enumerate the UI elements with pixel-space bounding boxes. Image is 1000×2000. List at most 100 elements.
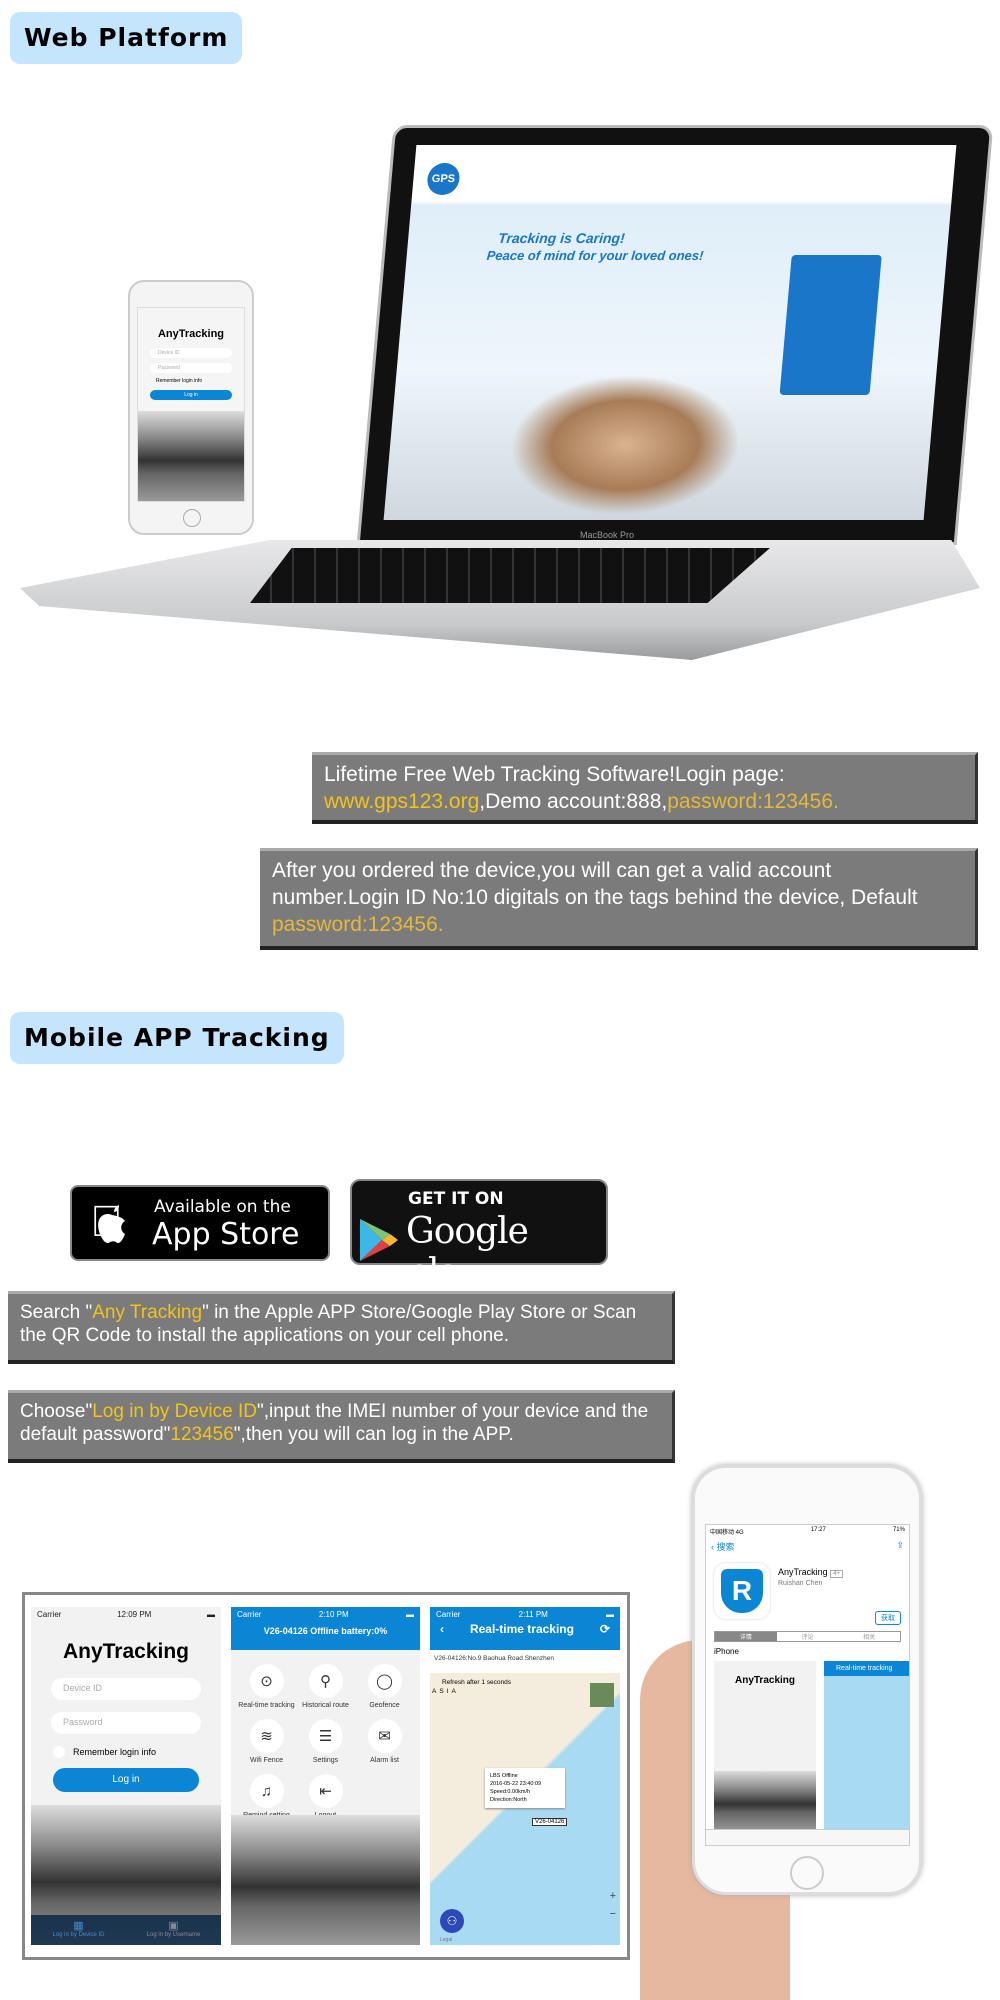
- share-icon[interactable]: ⇪: [896, 1540, 904, 1553]
- appstore-small-text: Available on the: [154, 1197, 291, 1217]
- device-marker[interactable]: V26-04126: [532, 1818, 568, 1826]
- slogan-line-1: Tracking is Caring!: [497, 230, 626, 246]
- login-url-link[interactable]: www.gps123.org: [324, 790, 479, 813]
- checkbox-circle: [53, 1746, 65, 1758]
- app-screen-map: Carrier 2:11 PM ▬ ‹ Real-time tracking ⟳ V26…: [430, 1607, 620, 1945]
- appstore-big-text: App Store: [152, 1217, 300, 1252]
- tab-device-id[interactable]: ▦ Log in by Device ID: [31, 1915, 126, 1945]
- tab-username[interactable]: ▣ Log in by Username: [126, 1915, 221, 1945]
- store-app-name: AnyTracking: [778, 1567, 828, 1577]
- battery-icon: ▬: [206, 1610, 215, 1619]
- get-button[interactable]: 获取: [875, 1611, 901, 1625]
- remember-login-checkbox[interactable]: Remember login info: [53, 1746, 199, 1758]
- tab-reviews[interactable]: 评论: [777, 1632, 839, 1641]
- envelope-icon: ✉: [367, 1719, 402, 1753]
- map-region-label: ASIA: [432, 1688, 459, 1695]
- refresh-countdown: Refresh after 1 seconds: [442, 1679, 512, 1686]
- refresh-icon[interactable]: ⟳: [600, 1622, 610, 1636]
- menu-item-settings[interactable]: ☰ Settings: [296, 1719, 355, 1764]
- tab-label: Log in by Device ID: [52, 1932, 105, 1938]
- time-label: 17:27: [810, 1527, 826, 1533]
- info-text: ,Demo account:888,: [479, 790, 668, 813]
- googleplay-small-text: GET IT ON: [408, 1189, 504, 1209]
- menu-item-remind-setting[interactable]: ♫Remind setting: [237, 1774, 296, 1819]
- menu-item-geofence[interactable]: ◯ Geofence: [355, 1664, 414, 1709]
- city-background-image: [231, 1815, 420, 1945]
- menu-item-label: Settings: [312, 1757, 339, 1764]
- login-button[interactable]: Log in: [53, 1768, 199, 1792]
- small-phone: AnyTracking Device ID Password Remember …: [128, 280, 254, 535]
- back-button[interactable]: ‹ 搜索: [711, 1540, 735, 1553]
- battery-icon: ▬: [406, 1610, 414, 1619]
- slogan-line-2: Peace of mind for your loved ones!: [486, 248, 705, 263]
- hand-phone-screen: 中国移动 4G 17:27 71% ‹ 搜索 ⇪ R AnyTracking 4+ R…: [705, 1524, 910, 1846]
- developer-link[interactable]: Ruishan Chen: [778, 1580, 822, 1587]
- menu-item-label: Geofence: [369, 1702, 400, 1709]
- device-address: V26-04126:No.9 Baohua Road Shenzhen: [434, 1655, 554, 1662]
- menu-item-label: Real-time tracking: [238, 1702, 295, 1709]
- menu-item-label: Alarm list: [370, 1757, 399, 1764]
- carrier-label: Carrier: [37, 1610, 62, 1619]
- device-id-input[interactable]: Device ID: [51, 1678, 201, 1700]
- menu-item-wifi-fence[interactable]: ≋ Wifi Fence: [237, 1719, 296, 1764]
- map-header: Carrier 2:11 PM ▬ ‹ Real-time tracking ⟳: [430, 1607, 620, 1650]
- small-app-title: AnyTracking: [157, 328, 225, 340]
- tab-details[interactable]: 详情: [715, 1632, 777, 1641]
- app-store-button[interactable]:  Available on the App Store: [70, 1185, 330, 1261]
- menu-header: Carrier 2:10 PM ▬ V26-04126 Offline batter…: [231, 1607, 420, 1650]
- popup-line: Direction:North: [490, 1797, 527, 1803]
- info-text: ",then you will can log in the APP.: [233, 1424, 514, 1445]
- info-popup: LBS Offline 2016-05-22 23:40:09 Speed:0.…: [485, 1768, 565, 1808]
- remember-label: Remember login info: [73, 1747, 157, 1757]
- info-text: After you ordered the device,you will ca…: [272, 859, 918, 909]
- small-login: Log in: [150, 390, 232, 400]
- back-label: 搜索: [716, 1542, 735, 1552]
- people-icon[interactable]: ⚇: [440, 1909, 464, 1933]
- hand-phone: 中国移动 4G 17:27 71% ‹ 搜索 ⇪ R AnyTracking 4+ R…: [692, 1465, 922, 1895]
- battery-label: 71%: [892, 1527, 905, 1533]
- store-tabbar: [706, 1829, 909, 1845]
- preview-title: AnyTracking: [734, 1675, 796, 1686]
- crosshair-icon: ⊙: [249, 1664, 284, 1698]
- age-rating: 4+: [830, 1570, 844, 1578]
- login-tabbar: ▦ Log in by Device ID ▣ Log in by Username: [31, 1915, 221, 1945]
- zoom-in-icon[interactable]: +: [610, 1887, 616, 1905]
- zoom-controls[interactable]: + −: [610, 1887, 616, 1923]
- popup-line: Speed:0.00km/h: [490, 1789, 531, 1795]
- menu-item-real-time-tracking[interactable]: ⊙ Real-time tracking: [237, 1664, 296, 1709]
- info-box-search-app: Search "Any Tracking" in the Apple APP S…: [8, 1291, 675, 1364]
- time-label: 2:10 PM: [318, 1610, 349, 1619]
- family-photo: [504, 375, 747, 515]
- menu-item-alarm-list[interactable]: ✉ Alarm list: [355, 1719, 414, 1764]
- tab-related[interactable]: 相关: [838, 1632, 900, 1641]
- password-input[interactable]: Password: [51, 1712, 201, 1734]
- time-label: 12:09 PM: [117, 1610, 152, 1619]
- googleplay-big-text: Google play: [406, 1211, 529, 1293]
- grid-icon: ▦: [73, 1920, 84, 1932]
- laptop-keyboard: [250, 548, 770, 603]
- section-title-web-platform: Web Platform: [10, 12, 243, 64]
- battery-icon: ▬: [606, 1610, 614, 1619]
- legal-link[interactable]: Legal: [440, 1937, 452, 1943]
- app-icon: R: [714, 1563, 770, 1619]
- sliders-icon: ☰: [308, 1719, 343, 1753]
- map-view[interactable]: Refresh after 1 seconds ASIA LBS Offline…: [430, 1673, 620, 1945]
- carrier-label: 中国移动 4G: [710, 1530, 744, 1536]
- app-screen-menu: Carrier 2:10 PM ▬ V26-04126 Offline batter…: [231, 1607, 420, 1945]
- preview-login: AnyTracking: [714, 1661, 816, 1831]
- zoom-out-icon[interactable]: −: [610, 1905, 616, 1923]
- satellite-toggle[interactable]: [590, 1683, 614, 1707]
- location-pin-icon: ⚲: [308, 1664, 343, 1698]
- menu-item-historical-route[interactable]: ⚲ Historical route: [296, 1664, 355, 1709]
- back-chevron-icon[interactable]: ‹: [440, 1622, 444, 1636]
- platform-label: iPhone: [714, 1647, 739, 1656]
- login-panel: [779, 255, 882, 395]
- app-screen-login: Carrier 12:09 PM ▬ AnyTracking Device ID P…: [31, 1607, 221, 1945]
- preview-map: Real-time tracking: [824, 1661, 909, 1831]
- google-play-button[interactable]: GET IT ON Google play: [350, 1179, 608, 1293]
- carrier-label: Carrier: [436, 1610, 461, 1619]
- apple-logo-icon: [98, 1205, 125, 1244]
- small-phone-screen: AnyTracking Device ID Password Remember …: [137, 307, 245, 502]
- popup-line: LBS Offline: [490, 1773, 518, 1779]
- menu-item-logout[interactable]: ⇤Logout: [296, 1774, 355, 1819]
